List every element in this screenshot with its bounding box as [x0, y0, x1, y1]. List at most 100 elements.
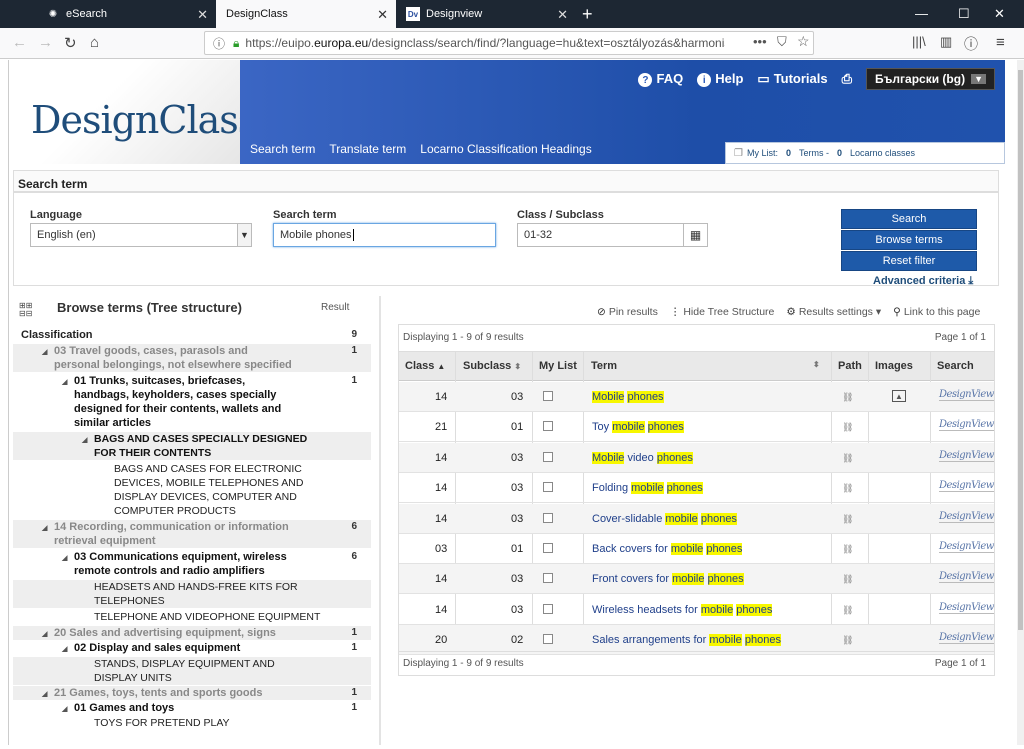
close-tab-icon[interactable]: ✕	[197, 7, 208, 23]
tree-node-term[interactable]: TELEPHONE AND VIDEOPHONE EQUIPMENT	[13, 610, 371, 624]
tree-node-term[interactable]: HEADSETS AND HANDS-FREE KITS FOR TELEPHO…	[13, 580, 371, 608]
designview-search-icon[interactable]: DesignView	[939, 450, 994, 462]
bookmark-star-icon[interactable]: ☆	[797, 33, 810, 50]
table-row[interactable]: 03 01 Back covers for mobile phones ⛓ Design…	[399, 534, 994, 564]
path-icon[interactable]: ⛓	[842, 635, 853, 646]
expand-collapse-icon[interactable]: ⊞⊞ ⊟⊟	[19, 302, 32, 318]
col-subclass[interactable]: Subclass ⬍	[463, 360, 521, 372]
tab-esearch[interactable]: ✺ eSearch ✕	[36, 0, 216, 28]
mylist-checkbox[interactable]	[543, 391, 553, 401]
page-scrollbar[interactable]	[1017, 60, 1024, 745]
path-icon[interactable]: ⛓	[842, 514, 853, 525]
tree-node-class-21[interactable]: ◢ 21 Games, toys, tents and sports goods…	[13, 686, 371, 700]
info-icon[interactable]: ⓘ	[213, 35, 225, 52]
cell-term[interactable]: Sales arrangements for mobile phones	[592, 634, 781, 647]
url-bar[interactable]: ⓘ 🔒︎ https://euipo.europa.eu/designclass…	[204, 31, 814, 55]
designview-search-icon[interactable]: DesignView	[939, 632, 994, 645]
pin-results-button[interactable]: ⊘ Pin results	[597, 306, 658, 318]
path-icon[interactable]: ⛓	[842, 605, 853, 616]
mylist-checkbox[interactable]	[543, 512, 553, 523]
tree-node-subclass-20-02[interactable]: ◢ 02 Display and sales equipment 1	[13, 641, 371, 655]
tree-node-class-20[interactable]: ◢ 20 Sales and advertising equipment, si…	[13, 626, 371, 640]
language-dropdown[interactable]: English (en) ▼	[30, 223, 252, 247]
tree-node-subclass-03-01[interactable]: ◢ 01 Trunks, suitcases, briefcases, hand…	[13, 374, 371, 430]
close-tab-icon[interactable]: ✕	[377, 7, 388, 23]
designview-search-icon[interactable]: DesignView	[939, 541, 994, 553]
browse-terms-button[interactable]: Browse terms	[841, 230, 977, 250]
scrollbar-thumb[interactable]	[1018, 70, 1023, 630]
cell-term[interactable]: Wireless headsets for mobile phones	[592, 603, 773, 616]
panel-divider[interactable]	[379, 296, 381, 745]
mylist-checkbox[interactable]	[543, 482, 553, 493]
language-select[interactable]: Български (bg) ▼	[866, 68, 995, 90]
designview-search-icon[interactable]: DesignView	[939, 511, 994, 523]
tree-node-class-14[interactable]: ◢ 14 Recording, communication or informa…	[13, 520, 371, 548]
tree-node-heading[interactable]: ◢ BAGS AND CASES SPECIALLY DESIGNED FOR …	[13, 432, 371, 460]
col-mylist[interactable]: My List	[539, 360, 577, 372]
tree-node-subclass-14-03[interactable]: ◢ 03 Communications equipment, wireless …	[13, 550, 371, 578]
search-term-input[interactable]: Mobile phones	[273, 223, 496, 247]
cell-term[interactable]: Back covers for mobile phones	[592, 543, 743, 555]
help-link[interactable]: i Help	[697, 71, 743, 88]
site-logo[interactable]: DesignClass	[31, 98, 257, 142]
tree-node-class-03[interactable]: ◢ 03 Travel goods, cases, parasols and p…	[13, 344, 371, 372]
designview-search-icon[interactable]: DesignView	[939, 419, 994, 432]
cell-term[interactable]: Mobile video phones	[592, 451, 693, 464]
tree-node-term[interactable]: BAGS AND CASES FOR ELECTRONIC DEVICES, M…	[13, 462, 371, 518]
reset-filter-button[interactable]: Reset filter	[841, 251, 977, 271]
table-row[interactable]: 14 03 Mobile video phones ⛓ DesignView	[399, 442, 994, 473]
path-icon[interactable]: ⛓	[842, 544, 853, 555]
hide-tree-button[interactable]: ⋮ Hide Tree Structure	[670, 306, 775, 318]
new-tab-icon[interactable]: +	[582, 4, 593, 25]
tutorials-link[interactable]: ▭ Tutorials	[757, 71, 827, 87]
sort-icon[interactable]: ⬍	[813, 360, 820, 369]
col-term[interactable]: Term	[591, 360, 617, 372]
path-icon[interactable]: ⛓	[842, 574, 853, 585]
tab-designclass[interactable]: DesignClass ✕	[216, 0, 396, 28]
table-row[interactable]: 14 03 Wireless headsets for mobile phones ⛓…	[399, 595, 994, 625]
designview-search-icon[interactable]: DesignView	[939, 602, 994, 614]
cell-term[interactable]: Front covers for mobile phones	[592, 573, 744, 586]
page-actions-icon[interactable]: •••	[753, 34, 767, 49]
calendar-grid-icon[interactable]: ▦	[683, 224, 707, 246]
image-icon[interactable]: ▲	[892, 390, 906, 402]
table-row[interactable]: 14 03 Mobile phones ⛓ ▲ DesignView	[399, 382, 994, 412]
cell-term[interactable]: Folding mobile phones	[592, 482, 703, 495]
minimize-icon[interactable]: —	[915, 6, 928, 21]
link-to-page-button[interactable]: ⚲ Link to this page	[893, 306, 980, 318]
mylist-checkbox[interactable]	[543, 543, 553, 553]
tree-node-subclass-21-01[interactable]: ◢ 01 Games and toys 1	[13, 701, 371, 715]
tree-node-term[interactable]: TOYS FOR PRETEND PLAY	[13, 716, 371, 730]
mylist-summary[interactable]: ❐ My List: 0 Terms - 0 Locarno classes	[725, 142, 1005, 164]
nav-locarno-headings[interactable]: Locarno Classification Headings	[420, 142, 591, 156]
class-subclass-input[interactable]: 01-32 ▦	[517, 223, 708, 247]
path-icon[interactable]: ⛓	[842, 453, 853, 464]
mylist-checkbox[interactable]	[543, 421, 553, 432]
designview-search-icon[interactable]: DesignView	[939, 571, 994, 584]
mylist-checkbox[interactable]	[543, 603, 553, 614]
home-icon[interactable]: ⌂	[90, 34, 99, 51]
designview-search-icon[interactable]: DesignView	[939, 480, 994, 493]
sidebar-icon[interactable]: ▥	[940, 34, 952, 50]
back-icon[interactable]: ←	[12, 34, 27, 51]
table-row[interactable]: 14 03 Front covers for mobile phones ⛓ Desig…	[399, 564, 994, 595]
nav-search-term[interactable]: Search term	[250, 142, 315, 156]
faq-link[interactable]: ? FAQ	[638, 71, 683, 88]
close-window-icon[interactable]: ✕	[994, 6, 1005, 22]
advanced-criteria-link[interactable]: Advanced criteria ⤓	[873, 275, 973, 288]
maximize-icon[interactable]: ☐	[958, 6, 970, 22]
reader-icon[interactable]: ⓘ	[964, 34, 978, 54]
mylist-checkbox[interactable]	[543, 451, 553, 462]
path-icon[interactable]: ⛓	[842, 483, 853, 494]
library-icon[interactable]: |||\	[912, 34, 926, 49]
search-button[interactable]: Search	[841, 209, 977, 229]
print-icon[interactable]: ⎙	[842, 71, 852, 87]
col-class[interactable]: Class ▲	[405, 360, 445, 372]
path-icon[interactable]: ⛓	[842, 392, 853, 403]
tree-root[interactable]: Classification 9	[21, 328, 379, 342]
mylist-checkbox[interactable]	[543, 573, 553, 584]
designview-search-icon[interactable]: DesignView	[939, 389, 994, 401]
table-row[interactable]: 14 03 Cover-slidable mobile phones ⛓ DesignV…	[399, 503, 994, 534]
nav-translate-term[interactable]: Translate term	[329, 142, 406, 156]
close-tab-icon[interactable]: ✕	[557, 7, 568, 23]
